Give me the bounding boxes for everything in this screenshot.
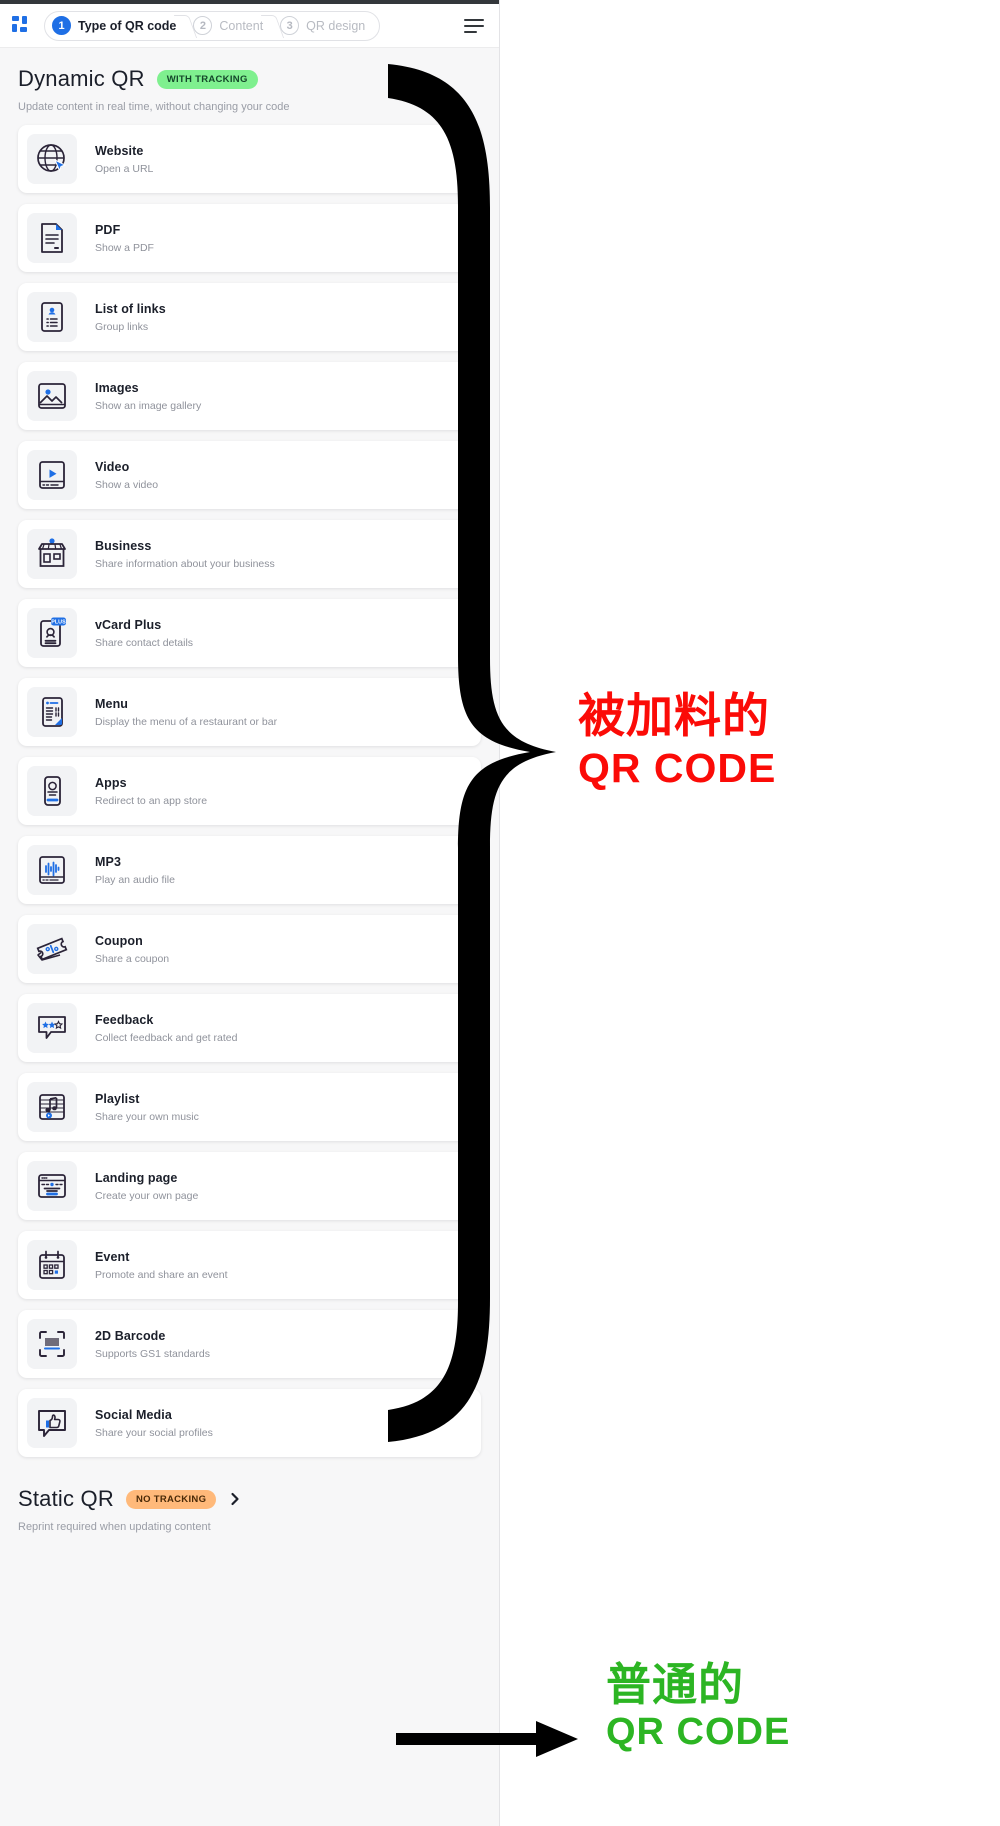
qr-type-text: Apps Redirect to an app store [95, 776, 207, 807]
qr-type-text: Feedback Collect feedback and get rated [95, 1013, 237, 1044]
wizard-step-qr-design[interactable]: 3 QR design [275, 12, 377, 40]
static-qr-subtitle: Reprint required when updating content [18, 1521, 211, 1533]
qr-type-title: PDF [95, 222, 121, 237]
qr-type-desc: Create your own page [95, 1189, 199, 1202]
qr-type-title: MP3 [95, 854, 122, 869]
qr-type-desc: Open a URL [95, 162, 154, 175]
qr-type-desc: Share information about your business [95, 557, 275, 570]
step-label: QR design [306, 18, 366, 33]
qr-type-text: PDF Show a PDF [95, 223, 154, 254]
qr-type-text: vCard Plus Share contact details [95, 618, 193, 649]
star-rating-bubble-icon [27, 1003, 77, 1053]
music-playlist-icon [27, 1082, 77, 1132]
mobile-app-icon [27, 766, 77, 816]
list-of-links-icon [27, 292, 77, 342]
qr-type-title: Social Media [95, 1407, 172, 1422]
qr-type-desc: Share contact details [95, 636, 194, 649]
qr-type-title: Feedback [95, 1012, 154, 1027]
dynamic-callout-line2: QR CODE [578, 744, 777, 791]
static-qr-section-header: Static QR NO TRACKING Reprint required w… [0, 1468, 499, 1533]
qr-type-desc: Supports GS1 standards [95, 1347, 210, 1360]
coupon-ticket-icon [27, 924, 77, 974]
qr-type-text: Playlist Share your own music [95, 1092, 199, 1123]
thumbs-up-bubble-icon [27, 1398, 77, 1448]
storefront-icon [27, 529, 77, 579]
calendar-icon [27, 1240, 77, 1290]
qr-type-title: vCard Plus [95, 617, 162, 632]
qr-type-desc: Show a PDF [95, 241, 154, 254]
audio-waveform-icon [27, 845, 77, 895]
globe-icon [27, 134, 77, 184]
pdf-document-icon [27, 213, 77, 263]
vcard-plus-icon: PLUS [27, 608, 77, 658]
video-player-icon [27, 450, 77, 500]
qr-type-title: Business [95, 538, 152, 553]
qr-type-text: Business Share information about your bus… [95, 539, 275, 570]
qr-type-text: Coupon Share a coupon [95, 934, 169, 965]
qr-type-title: Website [95, 143, 144, 158]
dynamic-qr-callout: 被加料的 QR CODE [578, 689, 777, 792]
qr-type-text: Website Open a URL [95, 144, 153, 175]
no-tracking-badge: NO TRACKING [125, 1489, 217, 1509]
step-label: Content [219, 18, 264, 33]
qr-type-desc: Share your social profiles [95, 1426, 213, 1439]
qr-type-text: Social Media Share your social profiles [95, 1408, 213, 1439]
static-qr-callout: 普通的 QR CODE [606, 1659, 791, 1755]
curly-brace-icon [380, 58, 580, 1450]
hamburger-menu-icon[interactable] [461, 15, 487, 37]
browser-window-icon [27, 1161, 77, 1211]
qr-type-desc: Redirect to an app store [95, 794, 208, 807]
qr-type-text: Event Promote and share an event [95, 1250, 228, 1281]
dynamic-qr-title: Dynamic QR [18, 66, 145, 91]
qr-type-desc: Collect feedback and get rated [95, 1031, 238, 1044]
qr-type-desc: Play an audio file [95, 873, 175, 886]
screenshot-root: 1 Type of QR code 2 Content 3 QR design [0, 0, 1000, 1826]
wizard-steps: 1 Type of QR code 2 Content 3 QR design [44, 10, 381, 41]
qr-type-desc: Group links [95, 320, 149, 333]
qr-type-title: Video [95, 459, 130, 474]
qr-type-desc: Share your own music [95, 1110, 199, 1123]
image-gallery-icon [27, 371, 77, 421]
qr-type-text: Landing page Create your own page [95, 1171, 198, 1202]
with-tracking-badge: WITH TRACKING [156, 69, 258, 89]
qr-type-text: Video Show a video [95, 460, 158, 491]
qr-type-title: Coupon [95, 933, 143, 948]
qr-type-title: Apps [95, 775, 127, 790]
qr-type-title: Event [95, 1249, 130, 1264]
static-callout-line1: 普通的 [606, 1659, 745, 1710]
qr-type-title: List of links [95, 301, 166, 316]
qr-type-text: List of links Group links [95, 302, 166, 333]
qr-type-text: 2D Barcode Supports GS1 standards [95, 1329, 210, 1360]
qr-type-desc: Show a video [95, 478, 159, 491]
static-qr-title: Static QR [18, 1486, 114, 1511]
qr-type-desc: Show an image gallery [95, 399, 202, 412]
step-number-badge: 2 [193, 16, 213, 35]
qr-type-text: Images Show an image gallery [95, 381, 201, 412]
static-callout-line2: QR CODE [606, 1711, 791, 1754]
qr-type-desc: Share a coupon [95, 952, 170, 965]
wizard-step-type-of-qr-code[interactable]: 1 Type of QR code [47, 12, 188, 40]
restaurant-menu-icon [27, 687, 77, 737]
qr-type-title: 2D Barcode [95, 1328, 166, 1343]
qr-type-title: Landing page [95, 1170, 178, 1185]
qr-type-desc: Promote and share an event [95, 1268, 228, 1281]
qr-type-text: Menu Display the menu of a restaurant or … [95, 697, 277, 728]
qr-type-title: Playlist [95, 1091, 140, 1106]
wizard-header: 1 Type of QR code 2 Content 3 QR design [0, 4, 499, 48]
chevron-right-icon[interactable] [228, 1492, 242, 1506]
barcode-scan-icon [27, 1319, 77, 1369]
grid-logo-icon[interactable] [12, 15, 32, 36]
step-label: Type of QR code [78, 18, 177, 33]
qr-type-text: MP3 Play an audio file [95, 855, 175, 886]
arrow-right-icon [396, 1716, 586, 1762]
qr-type-title: Menu [95, 696, 129, 711]
step-number-badge: 3 [280, 16, 300, 35]
step-number-badge: 1 [52, 16, 71, 35]
qr-type-desc: Display the menu of a restaurant or bar [95, 715, 278, 728]
svg-text:PLUS: PLUS [51, 620, 66, 626]
dynamic-callout-line1: 被加料的 [578, 689, 770, 742]
qr-type-title: Images [95, 380, 139, 395]
